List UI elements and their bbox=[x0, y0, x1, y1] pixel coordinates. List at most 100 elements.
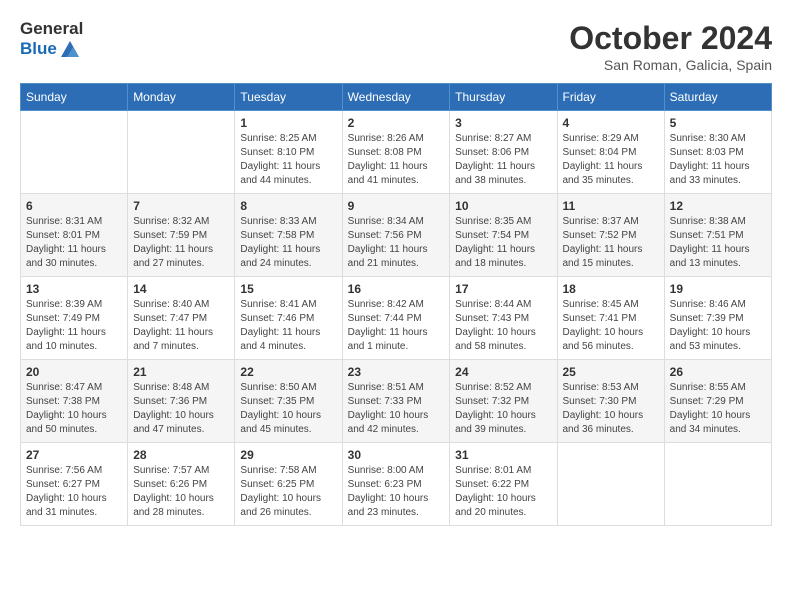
day-number: 20 bbox=[26, 365, 122, 379]
calendar-cell: 11 Sunrise: 8:37 AM Sunset: 7:52 PM Dayli… bbox=[557, 194, 664, 277]
day-number: 11 bbox=[563, 199, 659, 213]
calendar-cell bbox=[128, 111, 235, 194]
day-number: 10 bbox=[455, 199, 551, 213]
calendar-cell: 10Sunrise: 8:35 AM Sunset: 7:54 PM Dayli… bbox=[450, 194, 557, 277]
day-number: 31 bbox=[455, 448, 551, 462]
day-detail: Sunrise: 8:51 AM Sunset: 7:33 PM Dayligh… bbox=[348, 381, 445, 437]
calendar-cell: 8Sunrise: 8:33 AM Sunset: 7:58 PM Daylig… bbox=[235, 194, 342, 277]
day-number: 5 bbox=[670, 116, 766, 130]
day-detail: Sunrise: 8:45 AM Sunset: 7:41 PM Dayligh… bbox=[563, 298, 659, 354]
location-title: San Roman, Galicia, Spain bbox=[569, 57, 772, 73]
day-number: 22 bbox=[240, 365, 336, 379]
calendar-cell: 21 Sunrise: 8:48 AM Sunset: 7:36 PM Dayli… bbox=[128, 360, 235, 443]
day-number: 29 bbox=[240, 448, 336, 462]
logo: General Blue bbox=[20, 20, 83, 61]
calendar-cell: 26 Sunrise: 8:55 AM Sunset: 7:29 PM Dayli… bbox=[664, 360, 771, 443]
calendar-cell: 5 Sunrise: 8:30 AM Sunset: 8:03 PM Daylig… bbox=[664, 111, 771, 194]
day-number: 12 bbox=[670, 199, 766, 213]
logo-general: General bbox=[20, 20, 83, 39]
calendar-cell bbox=[557, 443, 664, 526]
day-detail: Sunrise: 8:41 AM Sunset: 7:46 PM Dayligh… bbox=[240, 298, 336, 354]
day-detail: Sunrise: 8:29 AM Sunset: 8:04 PM Dayligh… bbox=[563, 132, 659, 188]
month-title: October 2024 bbox=[569, 20, 772, 57]
day-detail: Sunrise: 8:46 AM Sunset: 7:39 PM Dayligh… bbox=[670, 298, 766, 354]
day-number: 2 bbox=[348, 116, 445, 130]
day-number: 21 bbox=[133, 365, 229, 379]
day-detail: Sunrise: 8:32 AM Sunset: 7:59 PM Dayligh… bbox=[133, 215, 229, 271]
day-number: 13 bbox=[26, 282, 122, 296]
calendar-cell: 13 Sunrise: 8:39 AM Sunset: 7:49 PM Dayli… bbox=[21, 277, 128, 360]
day-detail: Sunrise: 8:25 AM Sunset: 8:10 PM Dayligh… bbox=[240, 132, 336, 188]
calendar-cell: 20Sunrise: 8:47 AM Sunset: 7:38 PM Dayli… bbox=[21, 360, 128, 443]
calendar-cell: 31Sunrise: 8:01 AM Sunset: 6:22 PM Dayli… bbox=[450, 443, 557, 526]
day-of-week-header: Wednesday bbox=[342, 84, 450, 111]
logo-icon bbox=[59, 39, 81, 61]
day-number: 7 bbox=[133, 199, 229, 213]
day-of-week-header: Saturday bbox=[664, 84, 771, 111]
calendar-cell: 25 Sunrise: 8:53 AM Sunset: 7:30 PM Dayli… bbox=[557, 360, 664, 443]
day-number: 27 bbox=[26, 448, 122, 462]
calendar-cell: 9 Sunrise: 8:34 AM Sunset: 7:56 PM Daylig… bbox=[342, 194, 450, 277]
calendar-cell: 28Sunrise: 7:57 AM Sunset: 6:26 PM Dayli… bbox=[128, 443, 235, 526]
calendar-cell: 14 Sunrise: 8:40 AM Sunset: 7:47 PM Dayli… bbox=[128, 277, 235, 360]
calendar-cell: 27 Sunrise: 7:56 AM Sunset: 6:27 PM Dayli… bbox=[21, 443, 128, 526]
day-number: 19 bbox=[670, 282, 766, 296]
day-number: 30 bbox=[348, 448, 445, 462]
day-number: 9 bbox=[348, 199, 445, 213]
day-detail: Sunrise: 8:27 AM Sunset: 8:06 PM Dayligh… bbox=[455, 132, 551, 188]
day-number: 14 bbox=[133, 282, 229, 296]
day-of-week-header: Sunday bbox=[21, 84, 128, 111]
calendar-cell: 7 Sunrise: 8:32 AM Sunset: 7:59 PM Daylig… bbox=[128, 194, 235, 277]
day-number: 25 bbox=[563, 365, 659, 379]
day-detail: Sunrise: 8:38 AM Sunset: 7:51 PM Dayligh… bbox=[670, 215, 766, 271]
calendar-cell: 24 Sunrise: 8:52 AM Sunset: 7:32 PM Dayli… bbox=[450, 360, 557, 443]
day-detail: Sunrise: 8:37 AM Sunset: 7:52 PM Dayligh… bbox=[563, 215, 659, 271]
day-detail: Sunrise: 8:50 AM Sunset: 7:35 PM Dayligh… bbox=[240, 381, 336, 437]
calendar-cell: 2 Sunrise: 8:26 AM Sunset: 8:08 PM Daylig… bbox=[342, 111, 450, 194]
calendar-cell: 18Sunrise: 8:45 AM Sunset: 7:41 PM Dayli… bbox=[557, 277, 664, 360]
day-detail: Sunrise: 7:56 AM Sunset: 6:27 PM Dayligh… bbox=[26, 464, 122, 520]
day-detail: Sunrise: 8:44 AM Sunset: 7:43 PM Dayligh… bbox=[455, 298, 551, 354]
header: General Blue October 2024 San Roman, Gal… bbox=[20, 20, 772, 73]
calendar-cell: 17 Sunrise: 8:44 AM Sunset: 7:43 PM Dayli… bbox=[450, 277, 557, 360]
calendar-cell: 30 Sunrise: 8:00 AM Sunset: 6:23 PM Dayli… bbox=[342, 443, 450, 526]
day-detail: Sunrise: 8:52 AM Sunset: 7:32 PM Dayligh… bbox=[455, 381, 551, 437]
calendar: SundayMondayTuesdayWednesdayThursdayFrid… bbox=[20, 83, 772, 526]
day-of-week-header: Thursday bbox=[450, 84, 557, 111]
calendar-cell: 6Sunrise: 8:31 AM Sunset: 8:01 PM Daylig… bbox=[21, 194, 128, 277]
day-number: 3 bbox=[455, 116, 551, 130]
day-detail: Sunrise: 8:30 AM Sunset: 8:03 PM Dayligh… bbox=[670, 132, 766, 188]
calendar-cell bbox=[664, 443, 771, 526]
day-detail: Sunrise: 8:00 AM Sunset: 6:23 PM Dayligh… bbox=[348, 464, 445, 520]
title-area: October 2024 San Roman, Galicia, Spain bbox=[569, 20, 772, 73]
day-of-week-header: Friday bbox=[557, 84, 664, 111]
day-number: 28 bbox=[133, 448, 229, 462]
day-number: 4 bbox=[563, 116, 659, 130]
day-of-week-header: Monday bbox=[128, 84, 235, 111]
day-detail: Sunrise: 8:39 AM Sunset: 7:49 PM Dayligh… bbox=[26, 298, 122, 354]
calendar-cell: 29Sunrise: 7:58 AM Sunset: 6:25 PM Dayli… bbox=[235, 443, 342, 526]
day-detail: Sunrise: 8:55 AM Sunset: 7:29 PM Dayligh… bbox=[670, 381, 766, 437]
day-detail: Sunrise: 8:42 AM Sunset: 7:44 PM Dayligh… bbox=[348, 298, 445, 354]
calendar-cell: 1 Sunrise: 8:25 AM Sunset: 8:10 PM Daylig… bbox=[235, 111, 342, 194]
logo-blue: Blue bbox=[20, 40, 57, 59]
day-detail: Sunrise: 8:48 AM Sunset: 7:36 PM Dayligh… bbox=[133, 381, 229, 437]
calendar-cell: 12 Sunrise: 8:38 AM Sunset: 7:51 PM Dayli… bbox=[664, 194, 771, 277]
day-of-week-header: Tuesday bbox=[235, 84, 342, 111]
day-number: 24 bbox=[455, 365, 551, 379]
calendar-cell: 16 Sunrise: 8:42 AM Sunset: 7:44 PM Dayli… bbox=[342, 277, 450, 360]
calendar-cell: 19 Sunrise: 8:46 AM Sunset: 7:39 PM Dayli… bbox=[664, 277, 771, 360]
calendar-cell: 23 Sunrise: 8:51 AM Sunset: 7:33 PM Dayli… bbox=[342, 360, 450, 443]
day-detail: Sunrise: 8:26 AM Sunset: 8:08 PM Dayligh… bbox=[348, 132, 445, 188]
day-detail: Sunrise: 8:40 AM Sunset: 7:47 PM Dayligh… bbox=[133, 298, 229, 354]
calendar-cell: 15Sunrise: 8:41 AM Sunset: 7:46 PM Dayli… bbox=[235, 277, 342, 360]
day-detail: Sunrise: 8:34 AM Sunset: 7:56 PM Dayligh… bbox=[348, 215, 445, 271]
day-number: 16 bbox=[348, 282, 445, 296]
day-number: 17 bbox=[455, 282, 551, 296]
day-detail: Sunrise: 8:33 AM Sunset: 7:58 PM Dayligh… bbox=[240, 215, 336, 271]
calendar-cell: 22 Sunrise: 8:50 AM Sunset: 7:35 PM Dayli… bbox=[235, 360, 342, 443]
day-detail: Sunrise: 8:53 AM Sunset: 7:30 PM Dayligh… bbox=[563, 381, 659, 437]
day-number: 1 bbox=[240, 116, 336, 130]
day-number: 23 bbox=[348, 365, 445, 379]
day-number: 26 bbox=[670, 365, 766, 379]
